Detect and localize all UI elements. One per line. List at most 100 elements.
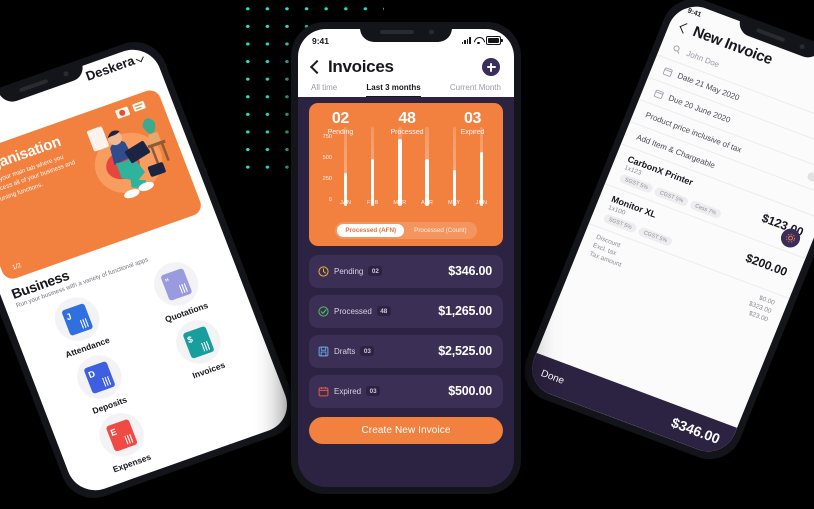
legend-processed-count[interactable]: Processed (Count) (406, 224, 475, 237)
row-left: Expired 03 (318, 386, 381, 397)
speaker-grille (18, 78, 49, 92)
invoice-status-list: Pending 02 $346.00 Processed 48 $1,265.0… (309, 254, 503, 408)
summary-stats: 02 Pending 48 Processed 03 Expired (309, 110, 503, 136)
legend-toggle-group: Processed (AFN) Processed (Count) (335, 221, 477, 239)
row-amount: $500.00 (448, 384, 492, 399)
chart-bar-column: MAY (448, 126, 461, 206)
row-count: 02 (368, 266, 383, 277)
chart-y-tick: 250 (322, 175, 332, 182)
attendance-icon: J (60, 302, 93, 336)
illustration-person-working (87, 100, 170, 199)
chart-bar-fill (479, 151, 484, 206)
right-footer-bar: Done $346.00 (523, 352, 738, 460)
monthly-bar-chart: 0 250 500 750 JAN FEB MAR APR MAY JUN (315, 126, 495, 219)
tab-last-3-months[interactable]: Last 3 months (366, 83, 421, 97)
chart-x-label: APR (421, 199, 434, 206)
wifi-icon (474, 37, 483, 45)
page-title: Invoices (328, 57, 394, 76)
row-left: Drafts 03 (318, 346, 375, 357)
chart-x-label: JAN (340, 199, 352, 206)
chart-bar-column: FEB (367, 126, 378, 206)
invoices-body: 02 Pending 48 Processed 03 Expired 0 250… (298, 97, 514, 487)
battery-icon (486, 36, 503, 45)
legend-processed-afn[interactable]: Processed (AFN) (337, 223, 405, 237)
row-count: 48 (376, 306, 391, 317)
speaker-grille (756, 27, 786, 42)
list-item-pending[interactable]: Pending 02 $346.00 (309, 254, 503, 288)
chevron-down-icon[interactable] (135, 53, 144, 62)
create-new-invoice-button[interactable]: Create New Invoice (309, 416, 503, 444)
center-phone-screen: 9:41 Invoices All time Last 3 months Cur… (298, 29, 514, 487)
chart-y-tick: 500 (322, 154, 332, 161)
calendar-icon (653, 89, 664, 99)
stat-label: Processed (390, 128, 424, 136)
chevron-left-icon[interactable] (309, 59, 325, 75)
app-showcase: 9:41 Deskera (0, 0, 814, 509)
row-amount: $346.00 (448, 264, 492, 279)
list-item-processed[interactable]: Processed 48 $1,265.00 (309, 294, 503, 328)
front-camera (62, 70, 70, 78)
brand-label: Deskera (83, 52, 137, 84)
stat-processed: 48 Processed (390, 110, 424, 136)
list-item-drafts[interactable]: Drafts 03 $2,525.00 (309, 334, 503, 368)
chart-legend: Processed (AFN) Processed (Count) (309, 221, 503, 239)
grand-total: $346.00 (669, 414, 723, 447)
chart-y-axis: 0 250 500 750 (315, 134, 332, 219)
chart-y-tick: 750 (322, 133, 332, 140)
title-group: Invoices (309, 57, 394, 77)
row-label: Pending (334, 266, 364, 276)
quotations-icon: ” (159, 267, 192, 301)
chart-x-label: MAY (448, 199, 461, 206)
stat-pending: 02 Pending (328, 110, 354, 136)
card-pagination: 1/2 (11, 261, 23, 272)
save-icon (318, 346, 329, 357)
check-circle-icon (318, 306, 329, 317)
chart-plot-area: JAN FEB MAR APR MAY JUN (332, 126, 495, 219)
row-label: Processed (334, 306, 372, 316)
period-tabs: All time Last 3 months Current Month (298, 77, 514, 97)
chart-x-label: MAR (393, 199, 407, 206)
app-glyph: ” (163, 275, 172, 287)
phone-notch (360, 22, 452, 42)
right-phone-mockup: 9:41 New Invoice John Doe Date 21 May 20… (514, 0, 814, 469)
row-count: 03 (366, 386, 381, 397)
stat-value: 48 (398, 110, 416, 127)
row-left: Processed 48 (318, 306, 391, 317)
invoices-header: Invoices (298, 52, 514, 77)
right-phone-screen: 9:41 New Invoice John Doe Date 21 May 20… (523, 0, 814, 460)
row-count: 03 (360, 346, 375, 357)
search-icon (673, 45, 680, 54)
row-left: Pending 02 (318, 266, 383, 277)
stat-value: 02 (331, 110, 350, 127)
customer-name: John Doe (685, 48, 721, 70)
speaker-grille (380, 30, 414, 34)
chevron-left-icon[interactable] (679, 22, 691, 34)
tab-all-time[interactable]: All time (311, 83, 337, 97)
brand-title: Deskera (84, 50, 146, 84)
app-glyph: $ (185, 333, 194, 345)
tab-current-month[interactable]: Current Month (450, 83, 501, 97)
done-button[interactable]: Done (539, 368, 566, 387)
add-invoice-button[interactable] (482, 58, 500, 76)
tax-inclusive-toggle[interactable] (806, 171, 814, 186)
app-glyph: J (64, 310, 73, 322)
calendar-icon (662, 67, 673, 77)
status-icons (461, 36, 503, 45)
clock-icon (318, 266, 329, 277)
invoices-icon: $ (181, 325, 215, 359)
status-time: 9:41 (312, 35, 330, 46)
row-label: Drafts (334, 346, 356, 356)
chart-x-label: JUN (475, 199, 488, 206)
summary-chart-card: 02 Pending 48 Processed 03 Expired 0 250… (309, 103, 503, 246)
signal-icon (461, 37, 471, 44)
calendar-icon (318, 386, 329, 397)
front-camera (429, 29, 434, 35)
row-amount: $2,525.00 (438, 344, 492, 359)
chart-bar-fill (398, 139, 402, 206)
row-amount: $1,265.00 (438, 304, 492, 319)
app-glyph: E (108, 426, 119, 438)
list-item-expired[interactable]: Expired 03 $500.00 (309, 374, 503, 408)
chart-bar-column: JAN (340, 126, 352, 206)
center-phone-mockup: 9:41 Invoices All time Last 3 months Cur… (291, 22, 521, 494)
chart-bar-column: MAR (393, 126, 407, 206)
